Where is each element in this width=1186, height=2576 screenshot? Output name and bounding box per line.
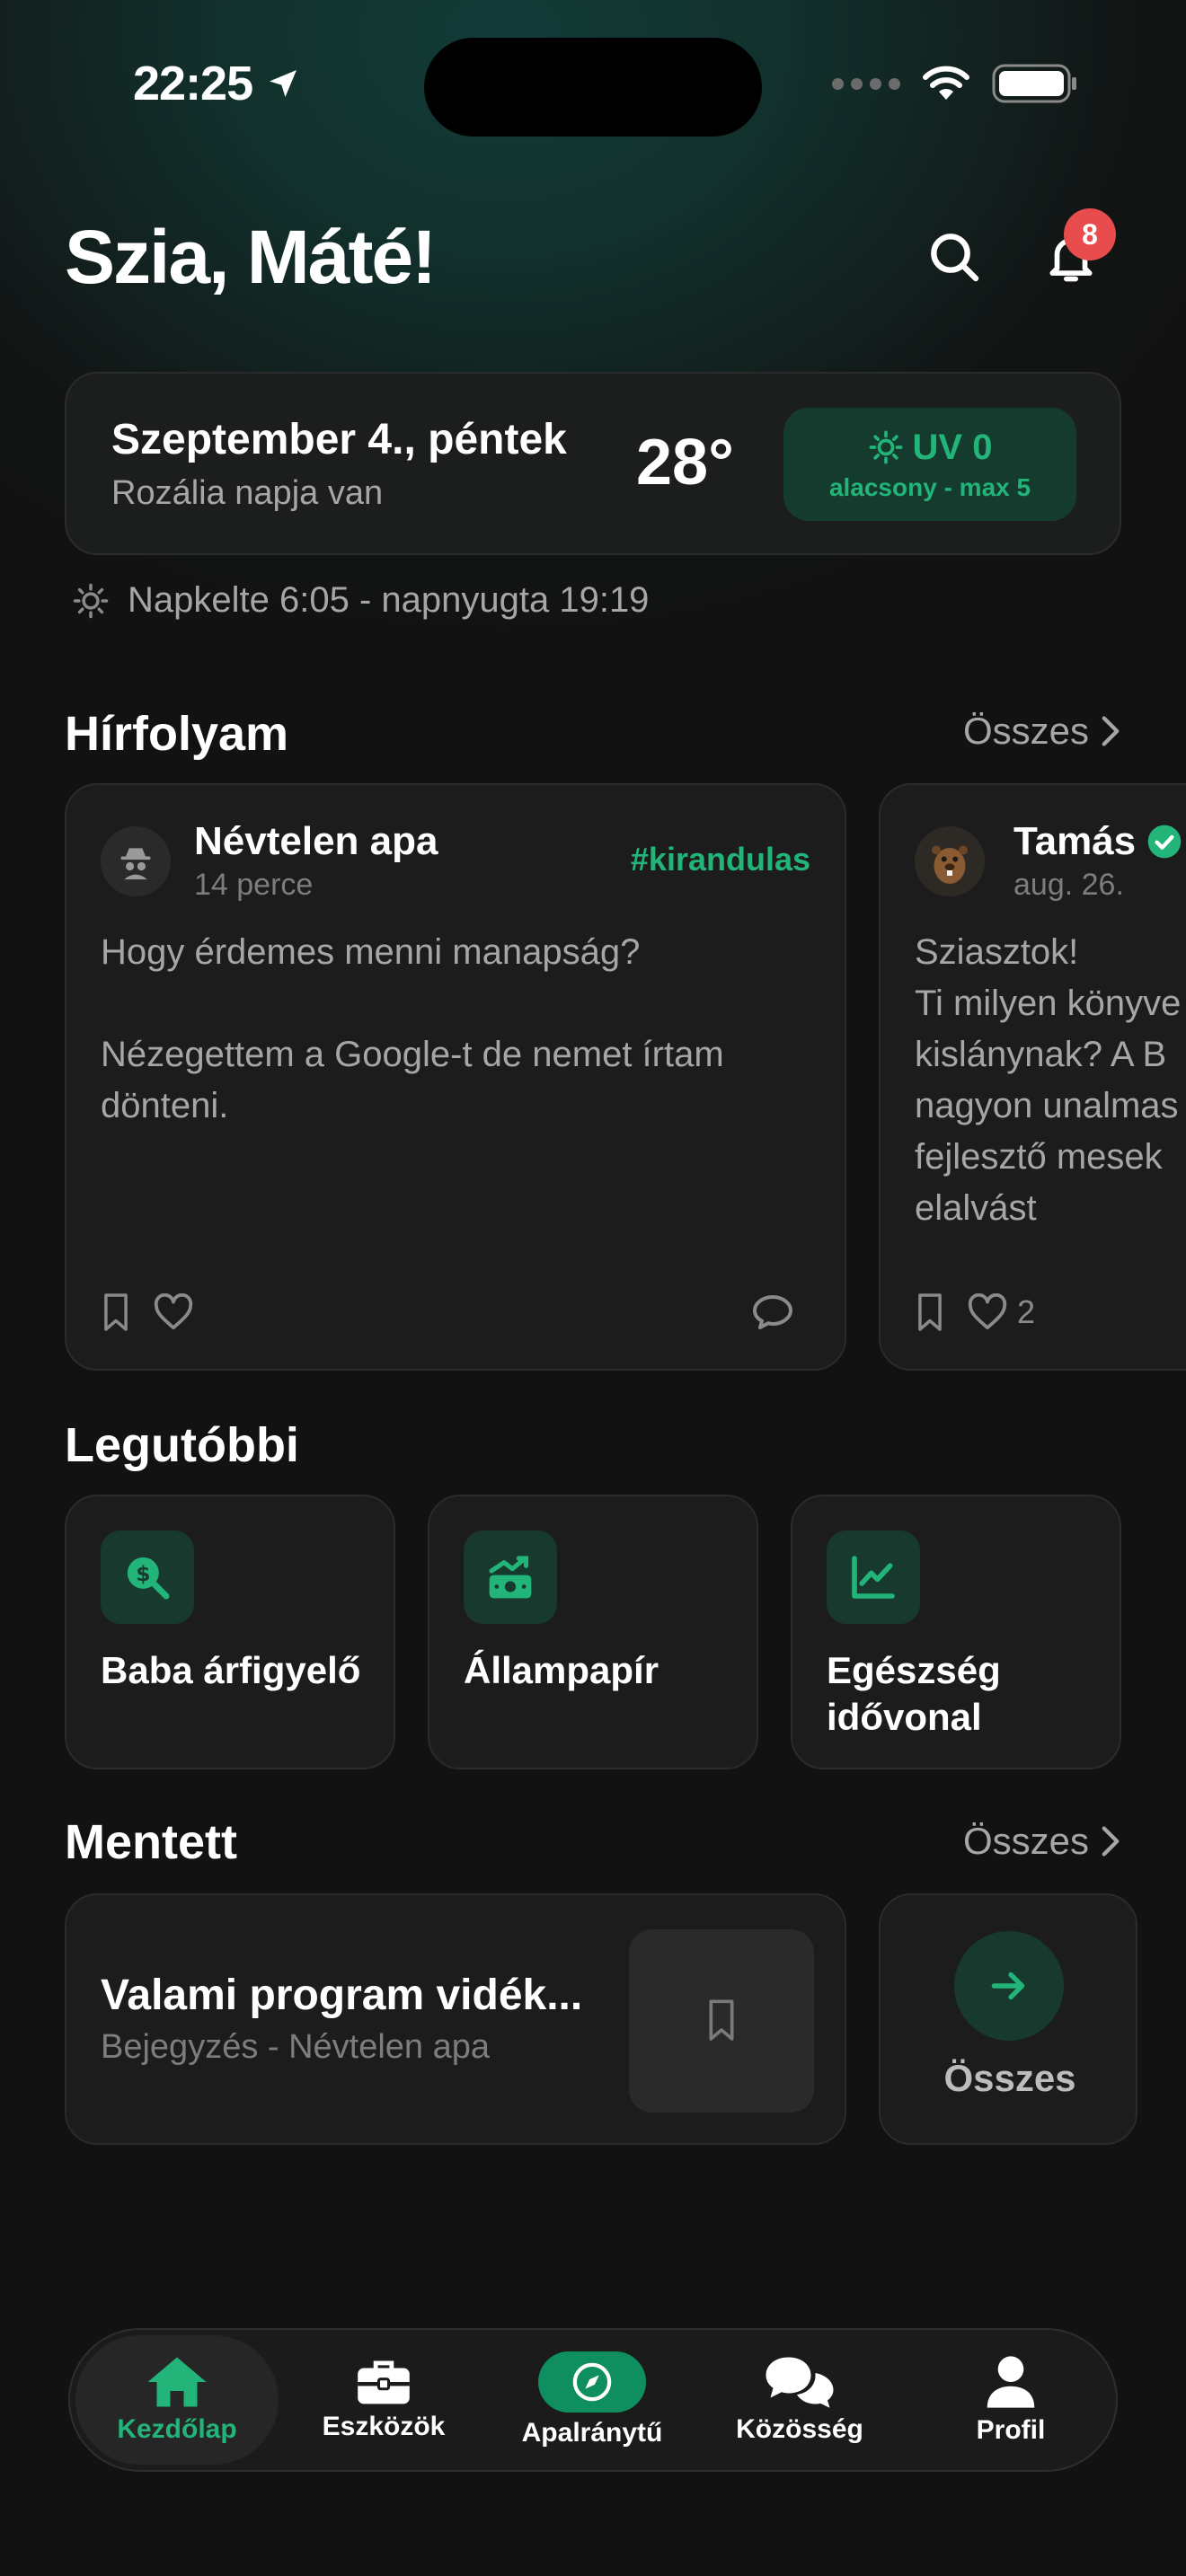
saved-all-label: Összes [943,2057,1076,2099]
feed-post-card[interactable]: Névtelen apa 14 perce #kirandulas Hogy é… [65,783,846,1371]
chevron-right-icon [1102,716,1120,746]
like-button[interactable]: 2 [967,1293,1035,1331]
uv-title: UV 0 [912,427,993,467]
chevron-right-icon [1102,1826,1120,1857]
heart-icon [968,1293,1007,1330]
tab-label: Profil [976,2415,1046,2445]
signal-dots-icon [832,77,900,90]
feed-post-card[interactable]: Tamás aug. 26. Sziasztok! Ti milyen köny… [879,783,1186,1371]
uv-index-box: UV 0 alacsony - max 5 [783,408,1076,521]
nameday-text: Rozália napja van [111,474,384,512]
compass-icon [572,2362,612,2402]
anonymous-avatar [101,826,171,896]
sunrise-sunset-row: Napkelte 6:05 - napnyugta 19:19 [72,580,649,621]
chat-bubbles-icon [766,2357,834,2408]
arrow-circle [954,1931,1064,2041]
saved-item-card[interactable]: Valami program vidék... Bejegyzés - Névt… [65,1893,846,2145]
saved-all-card[interactable]: Összes [879,1893,1137,2145]
tile-label: Állampapír [464,1649,659,1691]
tab-home[interactable]: Kezdőlap [75,2335,279,2465]
saved-item-subtitle: Bejegyzés - Névtelen apa [101,2028,491,2066]
line-chart-icon [852,1556,895,1599]
saved-item-thumbnail [629,1929,814,2113]
sun-icon [73,583,109,618]
comment-icon[interactable] [751,1293,794,1331]
dynamic-island [424,38,762,137]
date-text: Szeptember 4., péntek [111,416,567,463]
feed-section-title: Hírfolyam [65,707,289,761]
toolbox-icon [358,2360,410,2404]
post-time: 14 perce [194,868,314,902]
bottom-tab-bar: Kezdőlap Eszközök Apalránytű Közösség Pr… [68,2328,1118,2472]
tab-compass[interactable]: Apalránytű [491,2330,694,2470]
recent-tile-egeszseg-idovonal[interactable]: Egészség idővonal [791,1495,1121,1769]
tab-label: Apalránytű [521,2418,663,2448]
arrow-right-icon [991,1972,1025,2000]
post-time: aug. 26. [1013,868,1124,902]
post-actions [99,1292,194,1333]
recent-tile-allampapir[interactable]: Állampapír [428,1495,758,1769]
post-author: Tamás [1013,819,1137,863]
post-author-row: Tamás [1013,819,1182,864]
post-body: Hogy érdemes menni manapság? Nézegettem … [101,932,724,1125]
feed-see-all-link[interactable]: Összes [963,710,1121,753]
tab-tools[interactable]: Eszközök [289,2330,478,2470]
clock-text: 22:25 [133,57,253,110]
money-growth-icon [489,1556,532,1599]
recent-section-title: Legutóbbi [65,1418,299,1472]
tab-label: Közösség [736,2414,863,2444]
battery-icon [992,64,1076,103]
tile-icon-box [827,1531,920,1624]
saved-see-all-label: Összes [962,1820,1089,1862]
greeting-title: Szia, Máté! [65,215,437,299]
saved-item-title: Valami program vidék... [101,1972,583,2019]
verified-icon [1147,825,1182,859]
search-icon [931,234,979,282]
post-hashtag[interactable]: #kirandulas [631,841,810,878]
heart-icon[interactable] [153,1293,194,1331]
tile-icon-box [464,1531,557,1624]
saved-section-title: Mentett [65,1815,237,1869]
uv-subtitle: alacsony - max 5 [828,472,1031,501]
beaver-avatar [915,826,985,896]
status-bar-time: 22:25 [133,56,301,111]
tile-icon-box: $ [101,1531,194,1624]
post-body: Sziasztok! Ti milyen könyve kislánynak? … [915,932,1182,1228]
tab-label: Eszközök [322,2412,446,2441]
bookmark-icon [709,1999,734,2041]
temperature-text: 28° [636,427,734,498]
feed-see-all-label: Összes [962,710,1089,752]
home-icon [147,2357,207,2407]
post-author: Névtelen apa [194,819,438,863]
person-icon [987,2356,1035,2408]
tab-label: Kezdőlap [117,2414,237,2444]
bookmark-icon[interactable] [99,1292,133,1333]
beaver-icon [932,845,968,884]
tab-profile[interactable]: Profil [909,2330,1112,2470]
post-actions: 2 [913,1292,1035,1333]
saved-see-all-link[interactable]: Összes [963,1820,1121,1863]
notifications-button[interactable]: 8 [1035,208,1116,293]
date-weather-card[interactable]: Szeptember 4., péntek Rozália napja van … [65,372,1121,555]
status-bar-indicators [832,63,1078,104]
spy-icon [120,848,151,880]
tile-label: Baba árfigyelő [101,1649,361,1691]
sun-info-text: Napkelte 6:05 - napnyugta 19:19 [128,580,650,620]
tile-label: Egészség idővonal [827,1649,1001,1738]
search-button[interactable] [918,221,990,293]
tab-community[interactable]: Közösség [701,2330,898,2470]
bookmark-icon[interactable] [913,1292,947,1333]
wifi-icon [923,66,969,100]
notification-badge: 8 [1064,208,1116,260]
svg-text:$: $ [136,1561,150,1586]
sun-icon [869,430,903,464]
dollar-search-icon: $ [127,1557,170,1600]
location-arrow-icon [270,70,297,97]
compass-pill [538,2351,646,2413]
recent-tile-baba-arfigyelo[interactable]: $ Baba árfigyelő [65,1495,395,1769]
like-count: 2 [1017,1293,1036,1330]
